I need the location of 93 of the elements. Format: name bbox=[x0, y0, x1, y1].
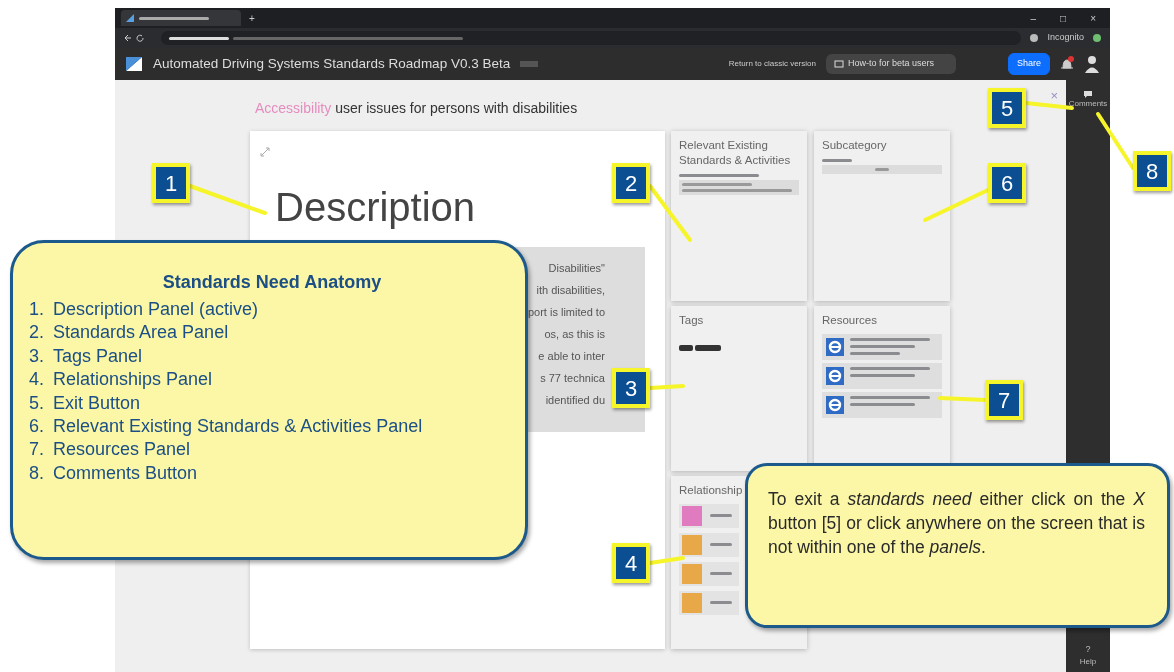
comments-button[interactable]: Comments bbox=[1068, 90, 1108, 110]
description-text: e able to inter bbox=[538, 349, 605, 364]
profile-label: Incognito bbox=[1047, 31, 1084, 45]
blurred-text-line bbox=[710, 543, 732, 547]
description-text: ith disabilities, bbox=[536, 283, 605, 298]
blurred-text-line bbox=[139, 16, 209, 20]
address-bar[interactable] bbox=[161, 31, 1022, 45]
blurred-text-line bbox=[850, 344, 915, 348]
blurred-text-line bbox=[710, 601, 732, 605]
blurred-text-line bbox=[850, 402, 915, 406]
relationship-item[interactable] bbox=[679, 503, 739, 528]
blurred-text-line bbox=[710, 572, 732, 576]
list-item: Relationships Panel bbox=[53, 368, 213, 392]
resource-item[interactable] bbox=[822, 362, 942, 389]
description-text: os, as this is bbox=[544, 327, 605, 342]
number-marker: 2 bbox=[612, 163, 650, 203]
browser-icon bbox=[826, 337, 844, 356]
leader-line bbox=[923, 188, 990, 222]
panel-title: Subcategory bbox=[822, 138, 888, 153]
list-item: Comments Button bbox=[53, 461, 198, 485]
number-marker: 5 bbox=[988, 88, 1026, 128]
extension-icon[interactable] bbox=[1092, 33, 1102, 43]
list-item: Resources Panel bbox=[53, 438, 191, 462]
notification-bell-icon[interactable] bbox=[1060, 56, 1074, 72]
relationship-item[interactable] bbox=[679, 532, 739, 557]
list-number: 1. bbox=[29, 298, 44, 321]
list-number: 8. bbox=[29, 461, 44, 485]
description-text: Disabilities" bbox=[548, 261, 605, 276]
share-button[interactable]: Share bbox=[1007, 53, 1050, 75]
panel-title: Resources bbox=[822, 313, 878, 328]
list-item: Tags Panel bbox=[53, 344, 143, 368]
list-item: Exit Button bbox=[53, 391, 141, 415]
list-number: 7. bbox=[29, 438, 44, 462]
browser-icon bbox=[826, 395, 844, 414]
description-text: identified du bbox=[545, 393, 605, 408]
blurred-text-line bbox=[850, 373, 915, 377]
number-marker: 3 bbox=[612, 368, 650, 408]
panel-title: Relationship bbox=[679, 483, 744, 498]
blurred-text-line bbox=[875, 167, 889, 171]
list-number: 6. bbox=[29, 414, 44, 438]
screen-icon bbox=[833, 59, 844, 69]
new-tab-button[interactable]: + bbox=[249, 10, 255, 26]
maximize-button[interactable]: □ bbox=[1052, 10, 1075, 26]
description-text: port is limited to bbox=[527, 305, 605, 320]
comment-icon bbox=[1083, 90, 1093, 98]
minimize-button[interactable]: – bbox=[1022, 10, 1045, 26]
app-logo-icon bbox=[125, 56, 143, 72]
resource-item[interactable] bbox=[822, 333, 942, 360]
blurred-text-line bbox=[169, 36, 229, 40]
howto-dropdown[interactable]: How-to for beta users bbox=[825, 54, 956, 74]
list-item: Relevant Existing Standards & Activities Panel bbox=[53, 414, 423, 438]
list-item: Description Panel (active) bbox=[53, 298, 259, 321]
description-title: Description bbox=[275, 184, 476, 231]
return-link[interactable]: Return to classic version bbox=[728, 58, 816, 70]
page-heading: Accessibility user issues for persons with disabilities bbox=[255, 99, 578, 118]
blurred-text-line bbox=[710, 514, 732, 518]
list-number: 3. bbox=[29, 344, 44, 368]
leader-line bbox=[1096, 112, 1135, 170]
blurred-text-line bbox=[850, 351, 900, 355]
close-button[interactable]: × bbox=[1082, 10, 1104, 26]
browser-icon bbox=[826, 366, 844, 385]
tag-chip[interactable] bbox=[695, 344, 721, 351]
panel-title: Relevant Existing Standards & Activities bbox=[679, 138, 792, 168]
app-title: Automated Driving Systems Standards Roadmap V0.3 Beta bbox=[153, 54, 511, 73]
panel-title: Tags bbox=[679, 313, 705, 328]
list-number: 2. bbox=[29, 321, 44, 345]
relationship-item[interactable] bbox=[679, 590, 739, 615]
number-marker: 1 bbox=[152, 163, 190, 203]
profile-icon[interactable] bbox=[1029, 33, 1040, 43]
blurred-text-line bbox=[822, 158, 852, 162]
browser-tab[interactable] bbox=[121, 10, 241, 26]
help-button[interactable]: ? Help bbox=[1079, 642, 1097, 668]
number-marker: 6 bbox=[988, 163, 1026, 203]
number-marker: 7 bbox=[985, 380, 1023, 420]
number-marker: 4 bbox=[612, 543, 650, 583]
leader-line bbox=[648, 556, 685, 565]
number-marker: 8 bbox=[1133, 151, 1171, 191]
relationship-item[interactable] bbox=[679, 561, 739, 586]
resource-item[interactable] bbox=[822, 391, 942, 418]
callout-text: To exit a standards need either click on the X button [5] or click anywhere on the screen that is not within one of the panels. bbox=[768, 488, 1145, 559]
app-logo-icon bbox=[125, 13, 135, 23]
tag-chip[interactable] bbox=[679, 344, 693, 351]
user-avatar-icon[interactable] bbox=[1084, 55, 1100, 73]
list-number: 4. bbox=[29, 368, 44, 392]
list-item: Standards Area Panel bbox=[53, 321, 229, 345]
leader-line bbox=[648, 184, 692, 242]
description-text: s 77 technica bbox=[540, 371, 605, 386]
blurred-text-line bbox=[682, 182, 752, 186]
leader-line bbox=[938, 396, 987, 402]
leader-line bbox=[648, 384, 685, 390]
list-number: 5. bbox=[29, 391, 44, 415]
version-badge bbox=[520, 61, 539, 67]
callout-title: Standards Need Anatomy bbox=[161, 271, 383, 294]
